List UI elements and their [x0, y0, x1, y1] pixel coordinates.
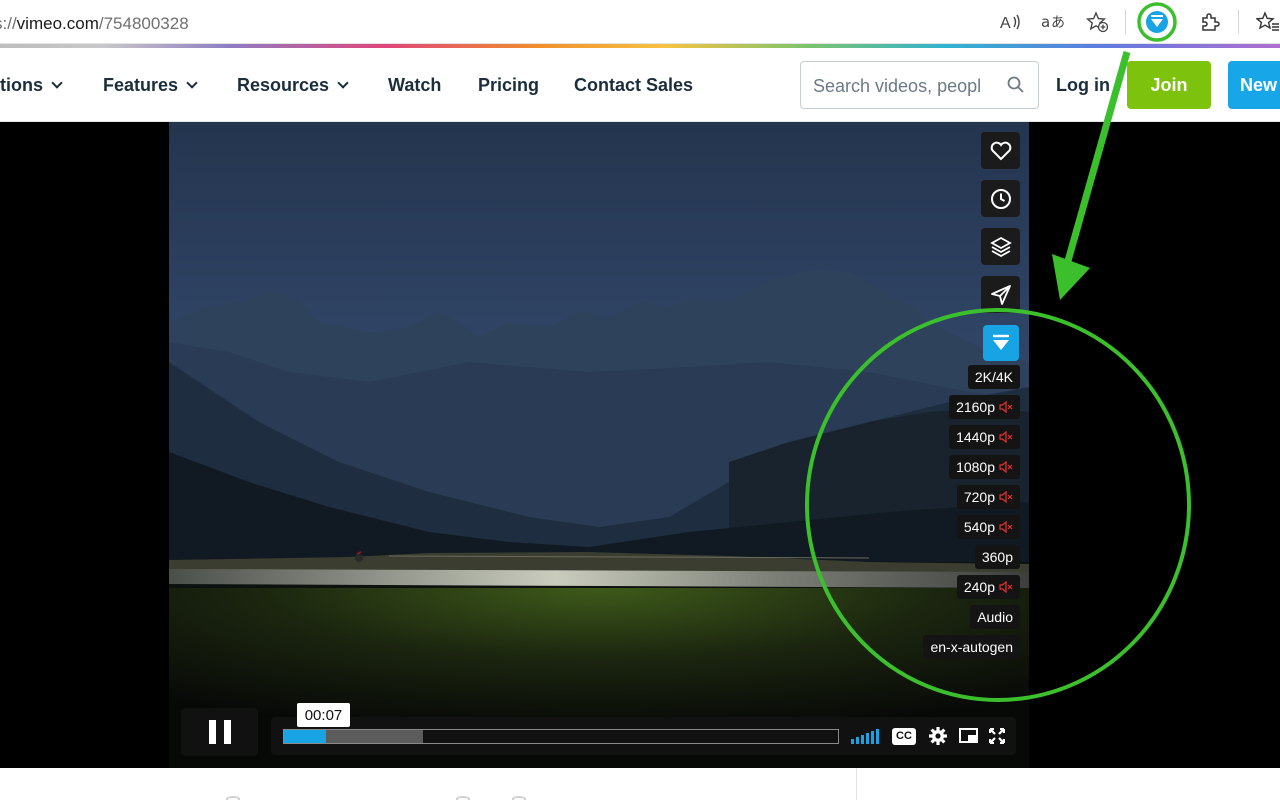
quality-option[interactable]: Audio — [970, 605, 1020, 629]
svg-text:A: A — [1000, 15, 1011, 32]
pip-icon — [959, 728, 978, 743]
cut-off-glyph — [456, 796, 470, 800]
cut-off-glyph — [226, 796, 240, 800]
nav-solutions[interactable]: tions — [0, 75, 63, 96]
fullscreen-icon — [989, 728, 1005, 744]
quality-option[interactable]: 540p — [956, 515, 1020, 539]
pause-button[interactable] — [181, 708, 258, 756]
muted-speaker-icon — [999, 581, 1013, 593]
muted-speaker-icon — [999, 521, 1013, 533]
captions-button[interactable]: CC — [892, 726, 916, 746]
muted-speaker-icon — [999, 491, 1013, 503]
column-divider — [856, 768, 857, 800]
pause-icon-bar — [208, 720, 216, 744]
nav-label: tions — [0, 75, 43, 95]
quality-option[interactable]: 1080p — [949, 455, 1020, 479]
extensions-icon[interactable] — [1198, 10, 1222, 34]
quality-option-label: 1440p — [956, 429, 995, 445]
screenshot-root: s://vimeo.com/754800328 A aあ tions Fea — [0, 0, 1280, 800]
quality-option-label: en-x-autogen — [930, 639, 1013, 655]
new-video-button[interactable]: New — [1228, 61, 1280, 109]
quality-option[interactable]: 2160p — [949, 395, 1020, 419]
quality-option[interactable]: 1440p — [949, 425, 1020, 449]
quality-option[interactable]: 360p — [974, 545, 1020, 569]
nav-contact-sales[interactable]: Contact Sales — [574, 75, 693, 96]
download-button[interactable] — [983, 325, 1019, 361]
url-text: s://vimeo.com/754800328 — [0, 14, 189, 34]
chevron-down-icon — [186, 77, 198, 89]
quality-option-label: 1080p — [956, 459, 995, 475]
download-arrow-icon — [993, 334, 1009, 350]
toolbar-separator — [1125, 10, 1126, 34]
quality-option[interactable]: 2K/4K — [967, 365, 1020, 389]
search-box — [800, 61, 1039, 109]
add-favorite-icon[interactable] — [1085, 10, 1109, 34]
volume-icon[interactable] — [851, 726, 881, 746]
nav-watch[interactable]: Watch — [388, 75, 441, 96]
fullscreen-button[interactable] — [989, 726, 1005, 746]
url-path: /754800328 — [98, 14, 189, 33]
search-input[interactable] — [813, 74, 993, 98]
nav-label: Features — [103, 75, 179, 95]
quality-option-label: 240p — [963, 579, 995, 595]
heart-icon — [990, 141, 1011, 160]
progress-bar[interactable] — [283, 729, 839, 744]
nav-features[interactable]: Features — [103, 75, 198, 96]
quality-option[interactable]: 720p — [956, 485, 1020, 509]
muted-speaker-icon — [999, 431, 1013, 443]
pause-icon-bar — [223, 720, 231, 744]
share-button[interactable] — [981, 276, 1020, 313]
url-host: vimeo.com — [16, 14, 99, 33]
site-header: tions Features Resources Watch Pricing C… — [0, 48, 1280, 122]
join-button[interactable]: Join — [1127, 61, 1211, 109]
muted-speaker-icon — [999, 461, 1013, 473]
video-frame[interactable] — [169, 122, 1029, 768]
cut-off-glyph — [512, 796, 526, 800]
translate-icon[interactable]: aあ — [1041, 10, 1065, 34]
browser-toolbar: s://vimeo.com/754800328 A aあ — [0, 0, 1280, 44]
control-bar: CC — [271, 717, 1016, 755]
quality-option-label: 2160p — [956, 399, 995, 415]
quality-option[interactable]: 240p — [956, 575, 1020, 599]
cc-icon: CC — [892, 727, 916, 745]
video-downloader-extension-icon[interactable] — [1145, 10, 1169, 34]
picture-in-picture-button[interactable] — [959, 726, 979, 746]
video-scene — [169, 122, 1029, 768]
quality-option-label: 720p — [963, 489, 995, 505]
like-button[interactable] — [981, 132, 1020, 169]
read-aloud-icon[interactable]: A — [999, 10, 1023, 34]
nav-label: Resources — [237, 75, 330, 95]
nav-label: Watch — [388, 75, 442, 95]
address-bar[interactable]: s://vimeo.com/754800328 — [0, 3, 1126, 39]
played-fill — [284, 730, 326, 743]
quality-option-label: 360p — [981, 549, 1013, 565]
nav-label: Contact Sales — [574, 75, 694, 95]
send-icon — [990, 284, 1011, 305]
quality-option-label: 540p — [963, 519, 995, 535]
url-scheme: s:// — [0, 14, 17, 33]
nav-label: Pricing — [478, 75, 540, 95]
chevron-down-icon — [337, 77, 349, 89]
settings-button[interactable] — [928, 726, 948, 746]
login-link[interactable]: Log in — [1056, 75, 1110, 96]
toolbar-separator — [1238, 10, 1239, 34]
watch-later-button[interactable] — [981, 180, 1020, 217]
gear-icon — [929, 727, 947, 745]
chevron-down-icon — [51, 77, 63, 89]
below-player-area — [0, 768, 1280, 800]
clock-icon — [990, 188, 1011, 209]
svg-text:a: a — [1041, 13, 1050, 31]
muted-speaker-icon — [999, 401, 1013, 413]
search-icon[interactable] — [1007, 76, 1025, 94]
nav-pricing[interactable]: Pricing — [478, 75, 539, 96]
collections-button[interactable] — [981, 228, 1020, 265]
svg-text:あ: あ — [1051, 15, 1065, 31]
layers-icon — [989, 236, 1012, 257]
quality-option-label: Audio — [977, 609, 1013, 625]
nav-resources[interactable]: Resources — [237, 75, 349, 96]
quality-option[interactable]: en-x-autogen — [923, 635, 1020, 659]
favorites-icon[interactable] — [1256, 10, 1280, 34]
current-time-tooltip: 00:07 — [297, 703, 350, 727]
quality-option-label: 2K/4K — [974, 369, 1013, 385]
